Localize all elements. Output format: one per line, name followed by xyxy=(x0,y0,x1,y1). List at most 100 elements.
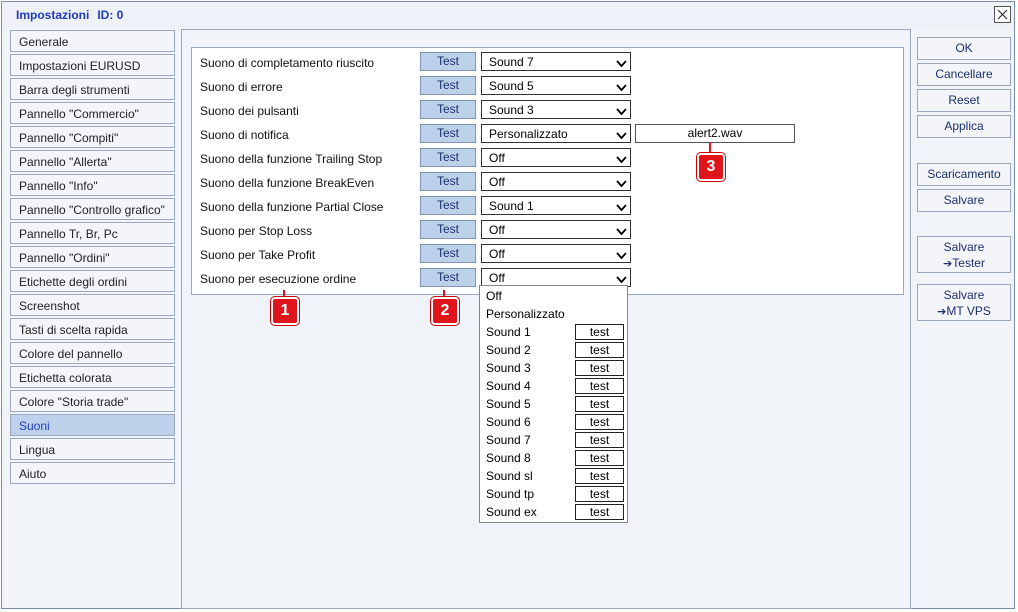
close-icon xyxy=(997,9,1008,20)
test-sound-button[interactable]: Test xyxy=(420,124,476,143)
nav-item[interactable]: Impostazioni EURUSD xyxy=(10,54,175,76)
nav-item[interactable]: Pannello "Compiti" xyxy=(10,126,175,148)
sound-select[interactable]: Personalizzato xyxy=(481,124,631,143)
nav-item[interactable]: Pannello "Commercio" xyxy=(10,102,175,124)
chevron-wrap xyxy=(616,177,627,191)
dropdown-test-button[interactable]: test xyxy=(575,504,624,520)
chevron-wrap xyxy=(616,249,627,263)
sound-setting-label: Suono per Stop Loss xyxy=(200,224,313,238)
dropdown-option[interactable]: Sound 5 xyxy=(486,397,531,411)
test-sound-button[interactable]: Test xyxy=(420,268,476,287)
download-button[interactable]: Scaricamento xyxy=(917,163,1011,186)
sound-setting-row: Suono di notifica Test Personalizzato alert… xyxy=(192,124,903,146)
dropdown-option[interactable]: Off xyxy=(486,289,502,303)
test-sound-button[interactable]: Test xyxy=(420,76,476,95)
sound-select[interactable]: Sound 5 xyxy=(481,76,631,95)
sound-select[interactable]: Off xyxy=(481,220,631,239)
dropdown-test-button[interactable]: test xyxy=(575,432,624,448)
nav-item[interactable]: Pannello "Allerta" xyxy=(10,150,175,172)
save-vps-button[interactable]: Salvare ➔MT VPS xyxy=(917,284,1011,321)
sound-select-value: Off xyxy=(489,151,505,165)
dropdown-test-button[interactable]: test xyxy=(575,360,624,376)
save-tester-button[interactable]: Salvare ➔Tester xyxy=(917,236,1011,273)
test-sound-button[interactable]: Test xyxy=(420,220,476,239)
arrow-right-icon: ➔ xyxy=(937,306,947,318)
cancel-button[interactable]: Cancellare xyxy=(917,63,1011,86)
custom-sound-file-field[interactable]: alert2.wav xyxy=(635,124,795,143)
test-sound-button[interactable]: Test xyxy=(420,172,476,191)
dropdown-option[interactable]: Personalizzato xyxy=(486,307,565,321)
sound-setting-label: Suono della funzione BreakEven xyxy=(200,176,375,190)
apply-button[interactable]: Applica xyxy=(917,115,1011,138)
test-sound-button[interactable]: Test xyxy=(420,244,476,263)
nav-item[interactable]: Suoni xyxy=(10,414,175,436)
dropdown-test-button[interactable]: test xyxy=(575,414,624,430)
sound-setting-label: Suono della funzione Trailing Stop xyxy=(200,152,383,166)
dropdown-option[interactable]: Sound 1 xyxy=(486,325,531,339)
ok-button[interactable]: OK xyxy=(917,37,1011,60)
dropdown-option[interactable]: Sound 4 xyxy=(486,379,531,393)
nav-item[interactable]: Barra degli strumenti xyxy=(10,78,175,100)
nav-item[interactable]: Etichette degli ordini xyxy=(10,270,175,292)
nav-item[interactable]: Lingua xyxy=(10,438,175,460)
sound-setting-label: Suono della funzione Partial Close xyxy=(200,200,384,214)
nav-item[interactable]: Generale xyxy=(10,30,175,52)
dropdown-test-button[interactable]: test xyxy=(575,324,624,340)
nav-item[interactable]: Pannello "Ordini" xyxy=(10,246,175,268)
save-button[interactable]: Salvare xyxy=(917,189,1011,212)
dropdown-test-button[interactable]: test xyxy=(575,378,624,394)
sound-setting-label: Suono dei pulsanti xyxy=(200,104,299,118)
sound-select[interactable]: Off xyxy=(481,172,631,191)
sound-setting-row: Suono dei pulsanti Test Sound 3 xyxy=(192,100,903,122)
nav-item[interactable]: Colore "Storia trade" xyxy=(10,390,175,412)
chevron-wrap xyxy=(616,129,627,143)
sound-select-value: Personalizzato xyxy=(489,127,568,141)
sound-select[interactable]: Sound 1 xyxy=(481,196,631,215)
nav-item[interactable]: Tasti di scelta rapida xyxy=(10,318,175,340)
reset-button[interactable]: Reset xyxy=(917,89,1011,112)
sound-select-value: Off xyxy=(489,271,505,285)
dropdown-option[interactable]: Sound 2 xyxy=(486,343,531,357)
test-sound-button[interactable]: Test xyxy=(420,100,476,119)
dropdown-option[interactable]: Sound tp xyxy=(486,487,534,501)
dropdown-option[interactable]: Sound 3 xyxy=(486,361,531,375)
sound-setting-label: Suono per esecuzione ordine xyxy=(200,272,357,286)
test-sound-button[interactable]: Test xyxy=(420,52,476,71)
dropdown-test-button[interactable]: test xyxy=(575,342,624,358)
callout-marker-2: 2 xyxy=(431,297,459,325)
nav-item[interactable]: Aiuto xyxy=(10,462,175,484)
dropdown-option[interactable]: Sound 7 xyxy=(486,433,531,447)
nav-item[interactable]: Colore del pannello xyxy=(10,342,175,364)
test-sound-button[interactable]: Test xyxy=(420,148,476,167)
nav-item[interactable]: Pannello "Controllo grafico" xyxy=(10,198,175,220)
sound-setting-row: Suono della funzione Trailing Stop Test Of… xyxy=(192,148,903,170)
dropdown-test-button[interactable]: test xyxy=(575,450,624,466)
chevron-wrap xyxy=(616,105,627,119)
nav-item[interactable]: Pannello "Info" xyxy=(10,174,175,196)
dropdown-test-button[interactable]: test xyxy=(575,396,624,412)
chevron-down-icon xyxy=(616,60,627,68)
dropdown-option[interactable]: Sound 6 xyxy=(486,415,531,429)
sound-select-value: Off xyxy=(489,247,505,261)
sound-setting-row: Suono per Stop Loss Test Off xyxy=(192,220,903,242)
sound-setting-label: Suono di completamento riuscito xyxy=(200,56,375,70)
sound-select[interactable]: Off xyxy=(481,244,631,263)
save-tester-target-text: Tester xyxy=(952,256,985,270)
test-sound-button[interactable]: Test xyxy=(420,196,476,215)
sound-select[interactable]: Sound 7 xyxy=(481,52,631,71)
nav-item[interactable]: Pannello Tr, Br, Pc xyxy=(10,222,175,244)
nav-item[interactable]: Etichetta colorata xyxy=(10,366,175,388)
dropdown-test-button[interactable]: test xyxy=(575,468,624,484)
dropdown-option[interactable]: Sound sl xyxy=(486,469,533,483)
nav-item[interactable]: Screenshot xyxy=(10,294,175,316)
sound-select-value: Sound 3 xyxy=(489,103,534,117)
sound-select[interactable]: Sound 3 xyxy=(481,100,631,119)
chevron-down-icon xyxy=(616,204,627,212)
window-title-text: Impostazioni xyxy=(16,8,90,22)
dropdown-option[interactable]: Sound 8 xyxy=(486,451,531,465)
dropdown-test-button[interactable]: test xyxy=(575,486,624,502)
chevron-down-icon xyxy=(616,156,627,164)
sound-select[interactable]: Off xyxy=(481,148,631,167)
dropdown-option[interactable]: Sound ex xyxy=(486,505,537,519)
close-button[interactable] xyxy=(994,6,1011,23)
